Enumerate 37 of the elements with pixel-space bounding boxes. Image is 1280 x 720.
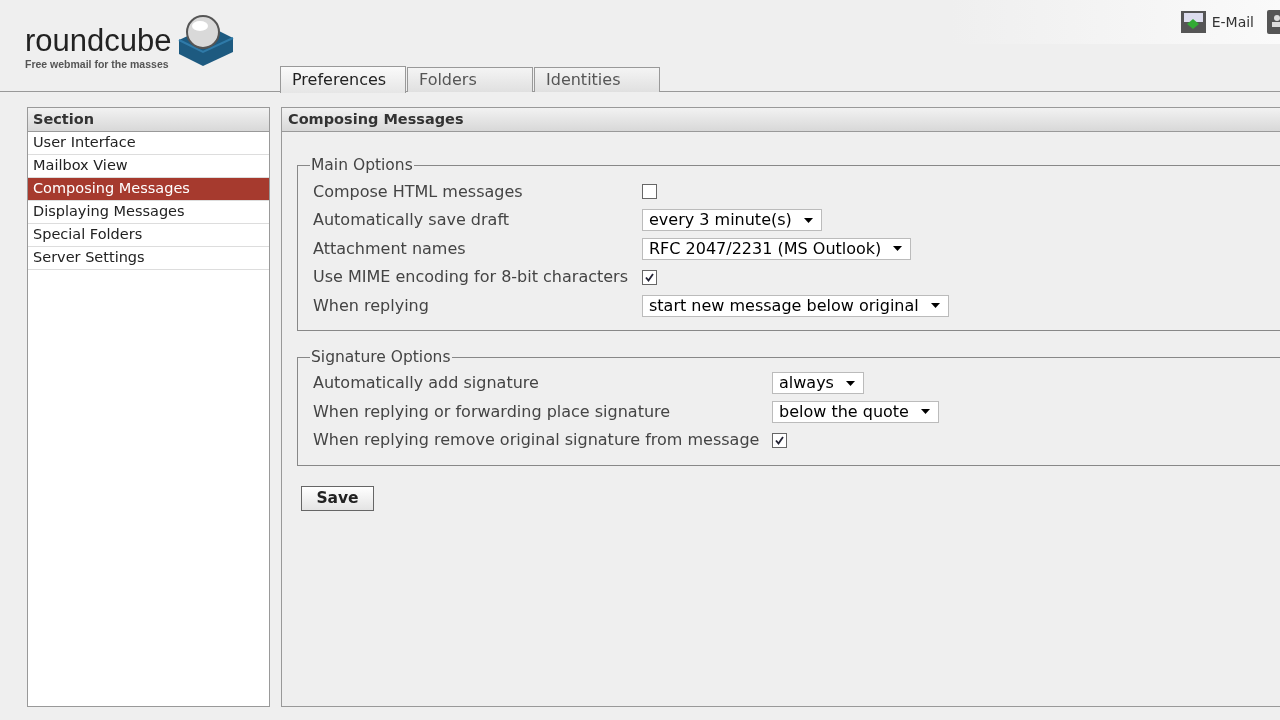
dropdown[interactable]: RFC 2047/2231 (MS Outlook) <box>642 237 912 260</box>
group-legend: Main Options <box>310 154 414 178</box>
tab[interactable]: Folders <box>407 67 533 92</box>
caret-icon <box>845 380 855 386</box>
option-label: Automatically add signature <box>313 372 540 395</box>
tab[interactable]: Identities <box>534 67 660 92</box>
option-label: Attachment names <box>313 237 467 260</box>
caret-icon <box>920 409 930 415</box>
mail-icon <box>1179 10 1207 34</box>
option-label: When replying or forwarding place signature <box>313 400 672 423</box>
option-label: When replying remove original signature from message <box>313 429 761 452</box>
email-button[interactable]: E-Mail <box>1179 10 1254 34</box>
checkbox[interactable] <box>772 432 787 448</box>
logo-wordmark: roundcube <box>25 24 172 58</box>
caret-icon <box>930 303 940 308</box>
group-legend: Signature Options <box>310 345 452 369</box>
sidebar-item[interactable]: Server Settings <box>28 247 269 270</box>
option-label: Compose HTML messages <box>313 180 524 203</box>
dropdown[interactable]: always <box>772 372 864 395</box>
option-label: Automatically save draft <box>313 209 510 231</box>
dropdown[interactable]: start new message below original <box>642 294 949 317</box>
caret-icon <box>893 246 903 251</box>
caret-icon <box>803 217 813 223</box>
tab[interactable]: Preferences <box>280 66 406 93</box>
sidebar-item[interactable]: Composing Messages <box>28 178 269 201</box>
sidebar-header: Section <box>28 108 269 132</box>
checkbox[interactable] <box>642 184 657 199</box>
sidebar-item[interactable]: Special Folders <box>28 224 269 247</box>
sidebar-item[interactable]: Displaying Messages <box>28 201 269 224</box>
sidebar-item[interactable]: User Interface <box>28 132 269 155</box>
save-button[interactable]: Save <box>301 485 374 511</box>
dropdown[interactable]: below the quote <box>772 400 939 423</box>
logo-tagline: Free webmail for the masses <box>25 58 170 70</box>
option-label: Use MIME encoding for 8-bit characters <box>313 266 629 288</box>
checkbox[interactable] <box>642 269 657 285</box>
option-label: When replying <box>313 294 430 317</box>
dropdown[interactable]: every 3 minute(s) <box>642 209 822 231</box>
